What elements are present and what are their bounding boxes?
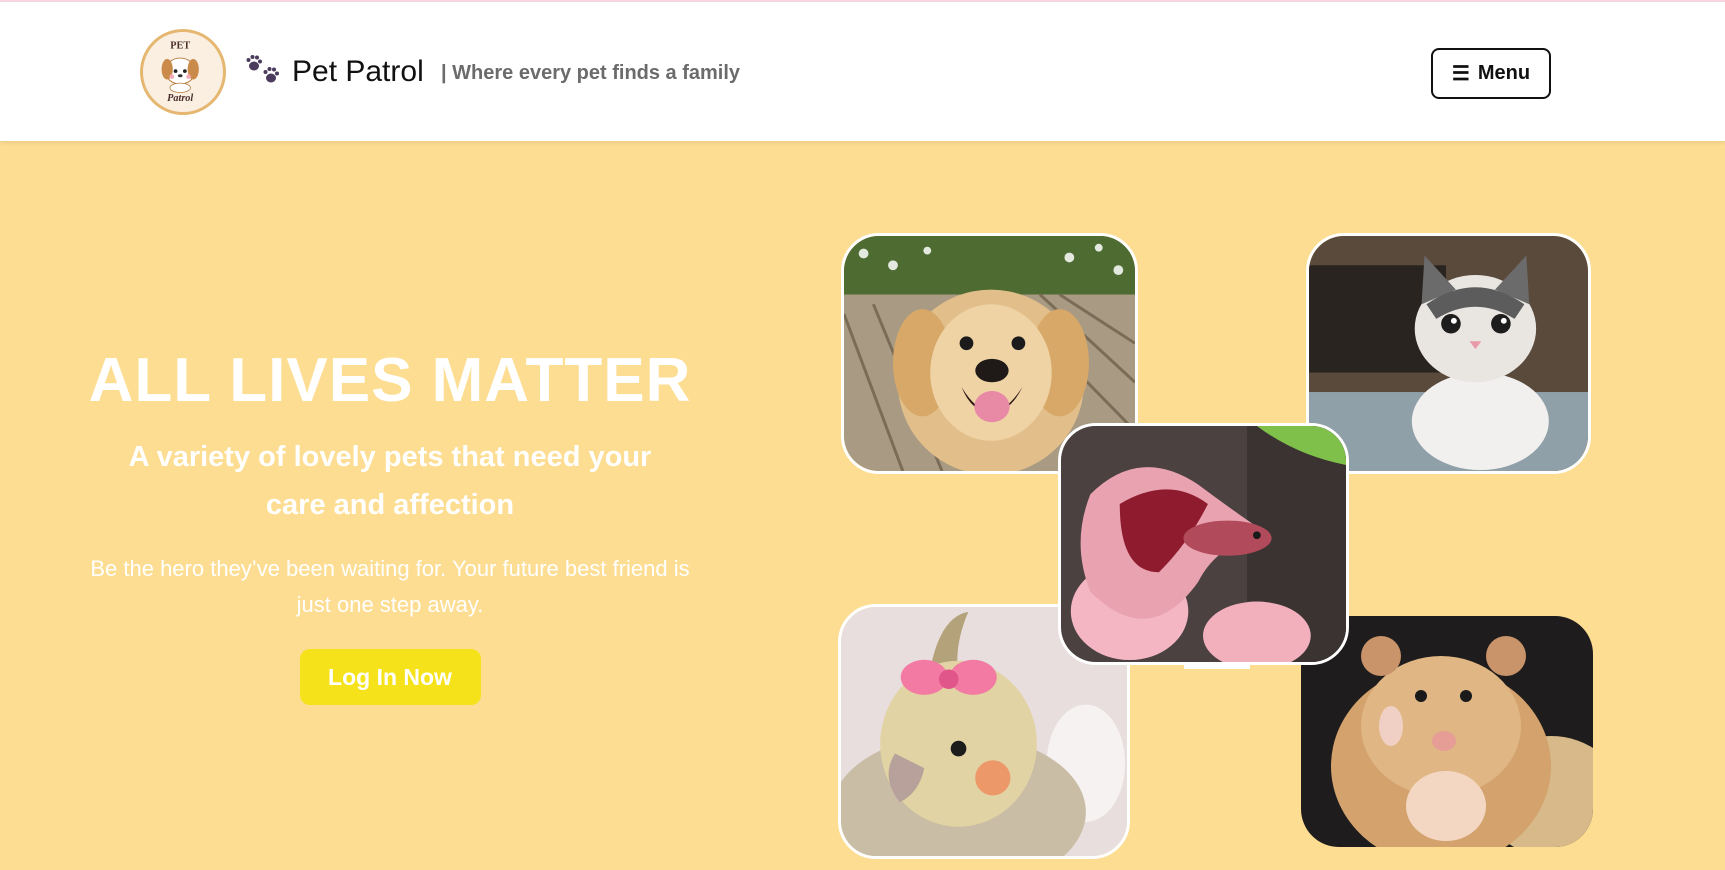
- hero-subtitle: A variety of lovely pets that need your …: [128, 441, 652, 521]
- hamburger-icon: ☰: [1451, 63, 1470, 85]
- brand-name[interactable]: Pet Patrol: [292, 54, 424, 90]
- hero-title: ALL LIVES MATTER: [88, 346, 692, 415]
- menu-label: Menu: [1477, 62, 1531, 84]
- login-now-button[interactable]: Log In Now: [299, 649, 481, 705]
- kitten-photo: [1306, 233, 1591, 474]
- photo-divider: [1184, 664, 1250, 669]
- menu-button[interactable]: ☰ Menu: [1431, 48, 1551, 99]
- hamster-photo: [1301, 616, 1593, 847]
- pet-patrol-logo[interactable]: PET Patrol: [140, 29, 226, 115]
- betta-fish-photo: [1058, 423, 1349, 665]
- svg-text:PET: PET: [170, 41, 190, 52]
- brand-tagline: | Where every pet finds a family: [441, 62, 741, 84]
- paw-prints-icon: [245, 54, 281, 88]
- site-header: PET Patrol Pet Patrol | Where every pet …: [0, 2, 1725, 141]
- svg-text:Patrol: Patrol: [167, 93, 193, 104]
- hero-description: Be the hero they’ve been waiting for. Yo…: [90, 556, 690, 617]
- puppy-logo-icon: PET Patrol: [144, 33, 216, 105]
- hero-section: ALL LIVES MATTER A variety of lovely pet…: [80, 345, 700, 705]
